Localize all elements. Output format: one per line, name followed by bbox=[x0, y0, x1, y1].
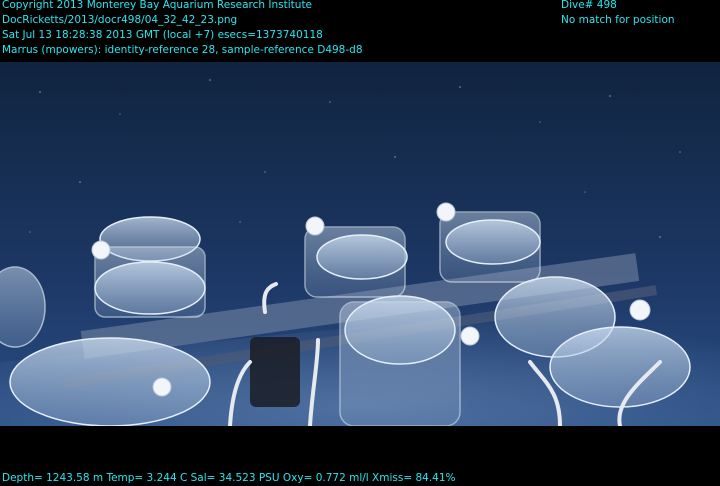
copyright-text: Copyright 2013 Monterey Bay Aquarium Res… bbox=[2, 0, 313, 11]
video-frame bbox=[0, 62, 720, 426]
overlay-top-left: Copyright 2013 Monterey Bay Aquarium Res… bbox=[2, 0, 363, 58]
underwater-scene bbox=[0, 62, 720, 426]
telemetry-text: Depth= 1243.58 m Temp= 3.244 C Sal= 34.5… bbox=[2, 472, 456, 484]
annotation-text: Marrus (mpowers): identity-reference 28,… bbox=[2, 44, 363, 56]
file-path-text: DocRicketts/2013/docr498/04_32_42_23.png bbox=[2, 14, 238, 26]
dive-number-text: Dive# 498 bbox=[561, 0, 617, 11]
telemetry-overlay: Depth= 1243.58 m Temp= 3.244 C Sal= 34.5… bbox=[2, 471, 456, 486]
timestamp-text: Sat Jul 13 18:28:38 2013 GMT (local +7) … bbox=[2, 29, 323, 41]
overlay-top-right: Dive# 498 No match for position bbox=[561, 0, 675, 28]
position-status-text: No match for position bbox=[561, 14, 675, 26]
